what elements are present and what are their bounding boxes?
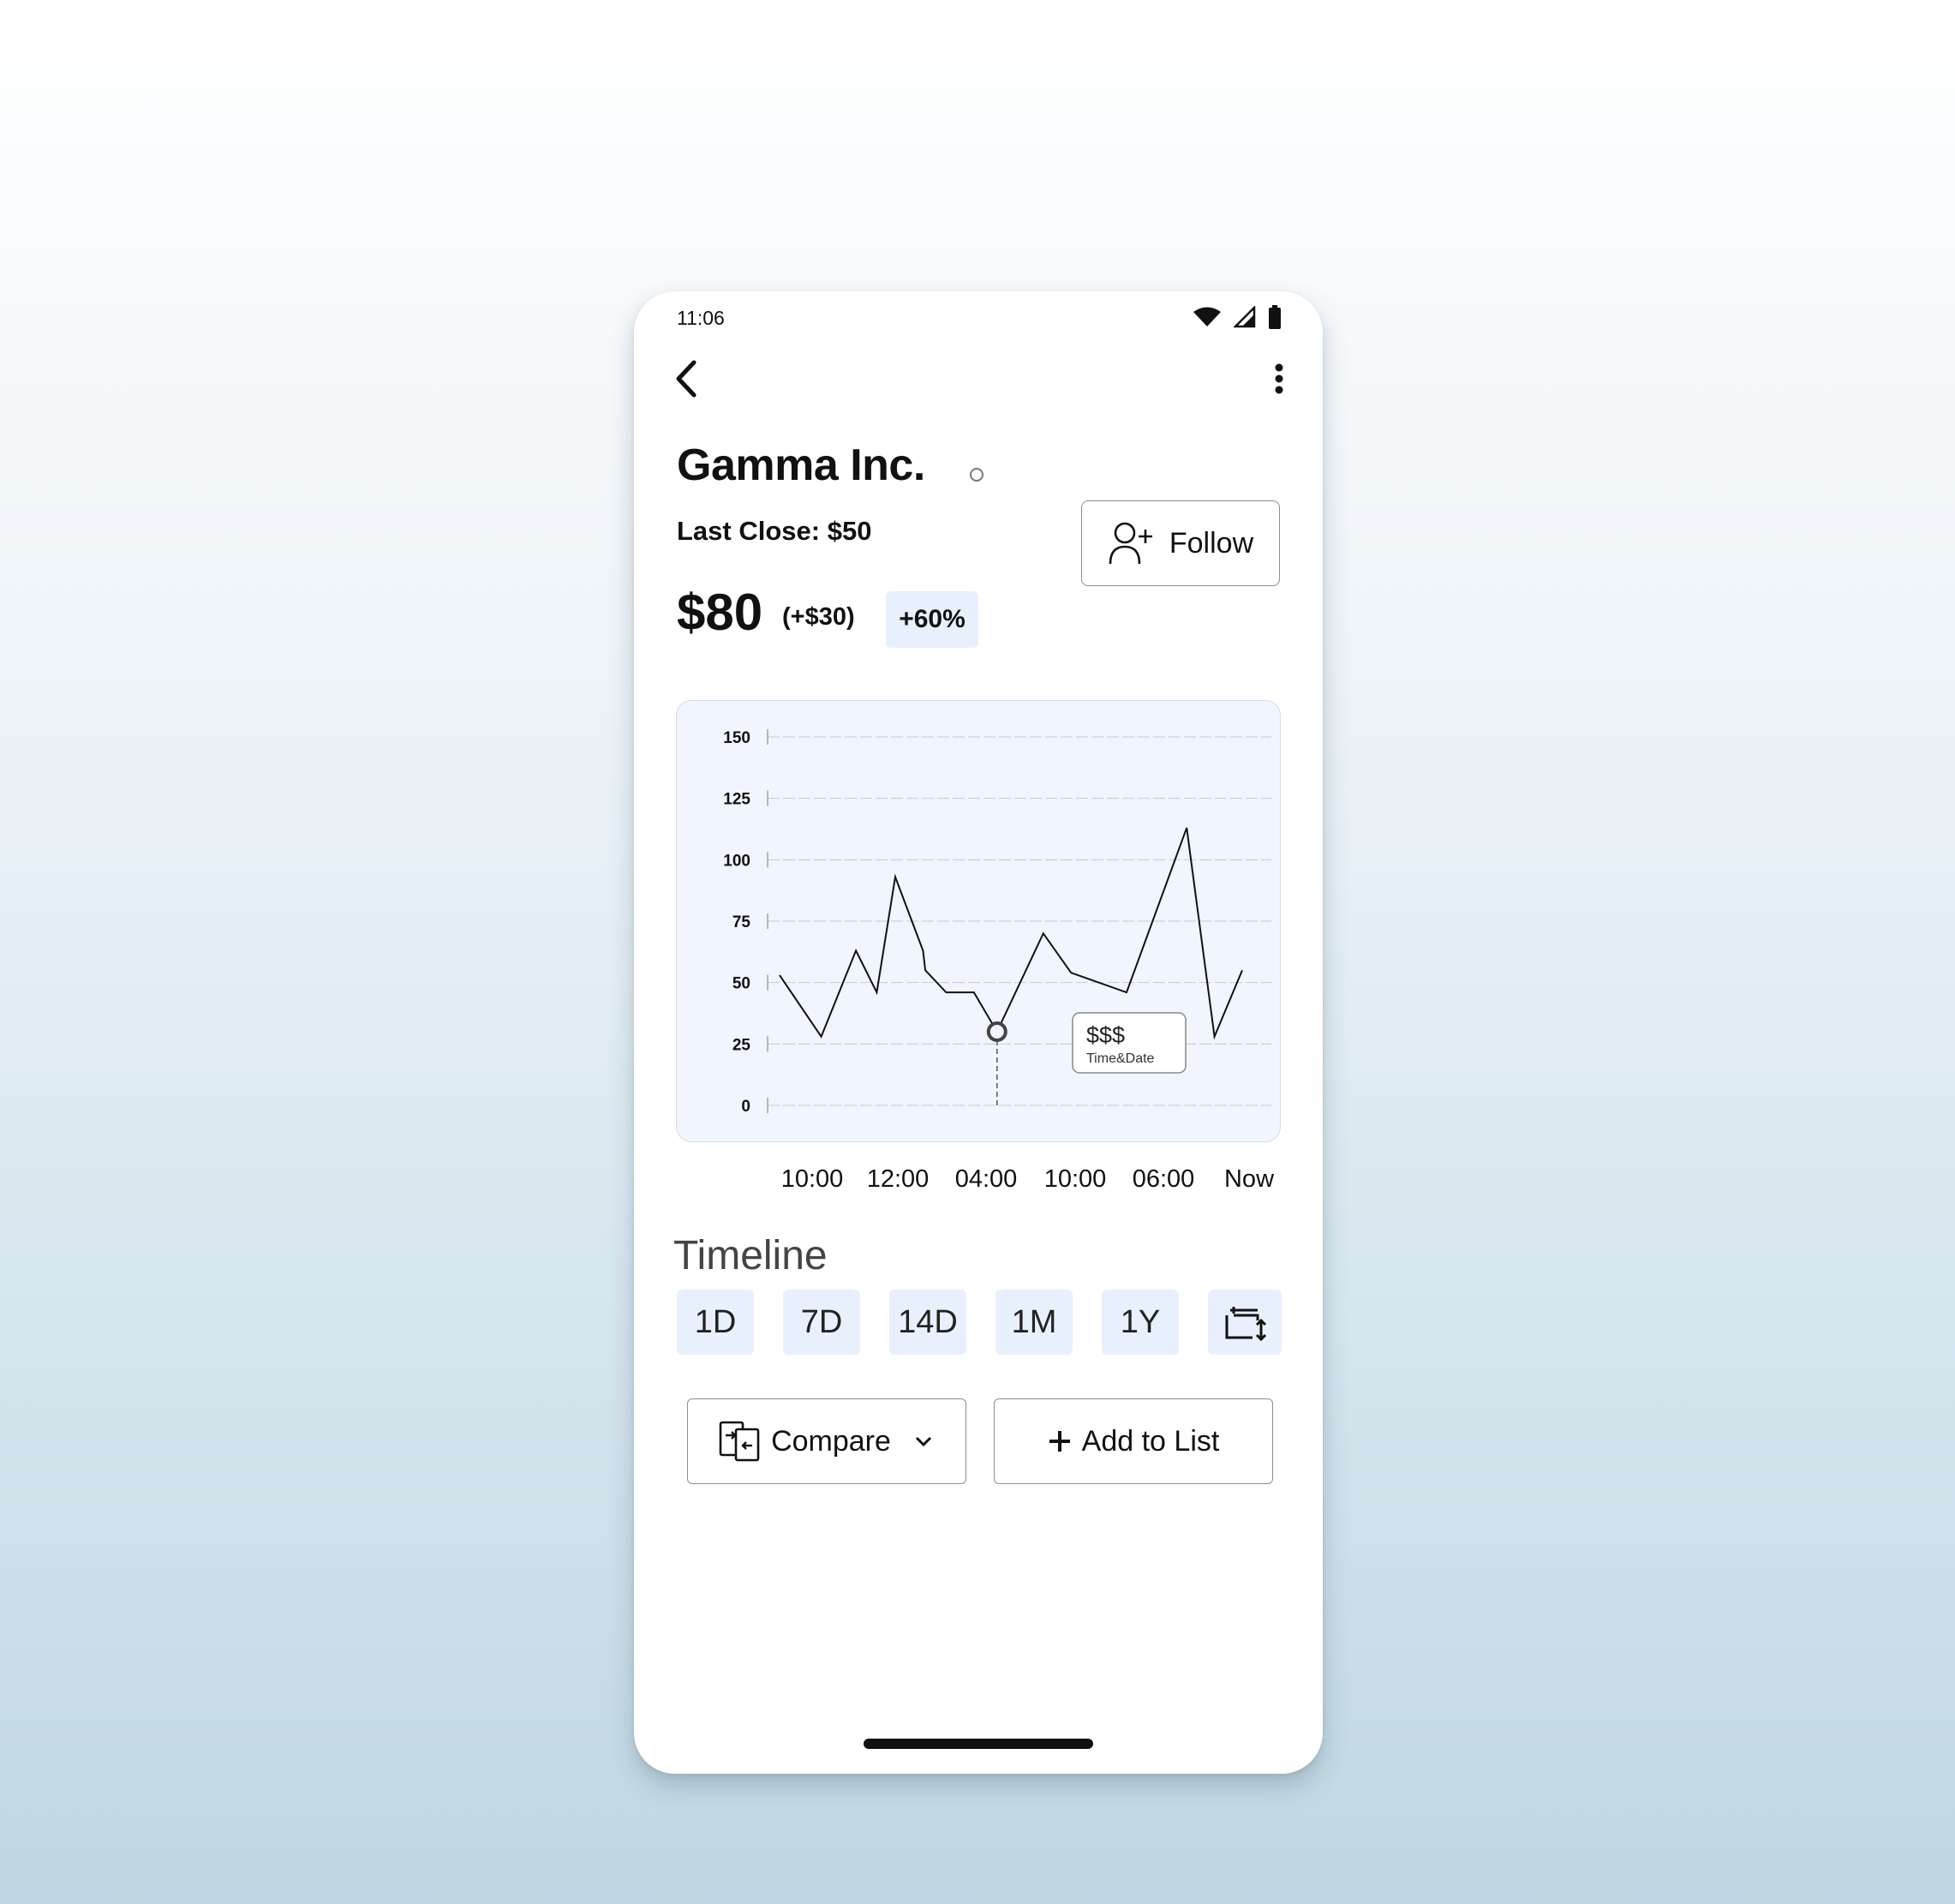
add-to-list-label: Add to List [1081,1424,1220,1458]
chart-tooltip-value: $$$ [1086,1022,1125,1048]
timeline-14d-button[interactable]: 14D [889,1290,966,1355]
current-price: $80 [677,584,763,641]
chart-y-tick-label: 75 [732,913,751,931]
compare-dropdown[interactable]: Compare [687,1398,966,1484]
chart-x-tick-label: Now [1223,1165,1275,1193]
more-vertical-icon [1275,363,1283,394]
add-user-icon [1109,522,1152,565]
status-dot-icon [970,468,983,482]
price-change: (+$30) [782,603,855,631]
price-chart[interactable]: 150 125 100 75 50 25 0 $$$ Time&Date [676,700,1281,1142]
back-button[interactable] [667,356,706,401]
company-name: Gamma Inc. [677,440,925,490]
battery-icon [1269,305,1281,329]
chart-x-tick-label: 10:00 [1043,1165,1107,1193]
chart-x-axis-labels: 10:00 12:00 04:00 10:00 06:00 Now [634,1165,1323,1200]
timeline-1y-button[interactable]: 1Y [1102,1290,1179,1355]
chart-series-line [779,827,1243,1040]
wifi-icon [1193,307,1221,326]
chart-y-tick-label: 25 [732,1036,751,1054]
more-menu-button[interactable] [1259,356,1299,401]
chart-y-tick-label: 0 [741,1098,750,1116]
chart-y-tick-label: 125 [723,791,750,809]
last-close: Last Close: $50 [677,516,872,546]
timeline-title: Timeline [673,1233,828,1278]
status-icons [1193,305,1282,329]
add-to-list-button[interactable]: Add to List [994,1398,1273,1484]
chart-y-tick-label: 50 [732,975,750,993]
chart-x-tick-label: 04:00 [954,1165,1018,1193]
compare-label: Compare [771,1424,891,1458]
chart-tooltip-label: Time&Date [1086,1051,1155,1066]
chart-y-tick-label: 100 [723,852,750,870]
timeline-custom-button[interactable] [1208,1290,1282,1355]
timeline-1d-button[interactable]: 1D [677,1290,754,1355]
follow-button[interactable]: Follow [1081,500,1280,586]
chart-x-tick-label: 10:00 [780,1165,844,1193]
chevron-left-icon [676,360,697,398]
phone-frame: 11:06 Gamma Inc. Last Close: $50 Follow … [634,291,1323,1774]
chart-x-tick-label: 12:00 [866,1165,930,1193]
chart-selected-point[interactable] [986,1021,1007,1042]
follow-label: Follow [1169,526,1254,560]
timeline-7d-button[interactable]: 7D [783,1290,860,1355]
custom-range-icon [1225,1307,1266,1342]
compare-icon [719,1421,760,1462]
chart-x-tick-label: 06:00 [1132,1165,1195,1193]
timeline-1m-button[interactable]: 1M [995,1290,1073,1355]
chevron-down-icon [915,1436,931,1447]
change-percent-badge: +60% [886,591,978,648]
signal-icon [1234,306,1256,328]
status-time: 11:06 [677,307,725,329]
chart-y-tick-label: 150 [723,729,750,747]
home-indicator[interactable] [864,1739,1093,1749]
plus-icon [1049,1431,1070,1452]
price-chart-svg: 150 125 100 75 50 25 0 $$$ Time&Date [723,729,1271,1116]
